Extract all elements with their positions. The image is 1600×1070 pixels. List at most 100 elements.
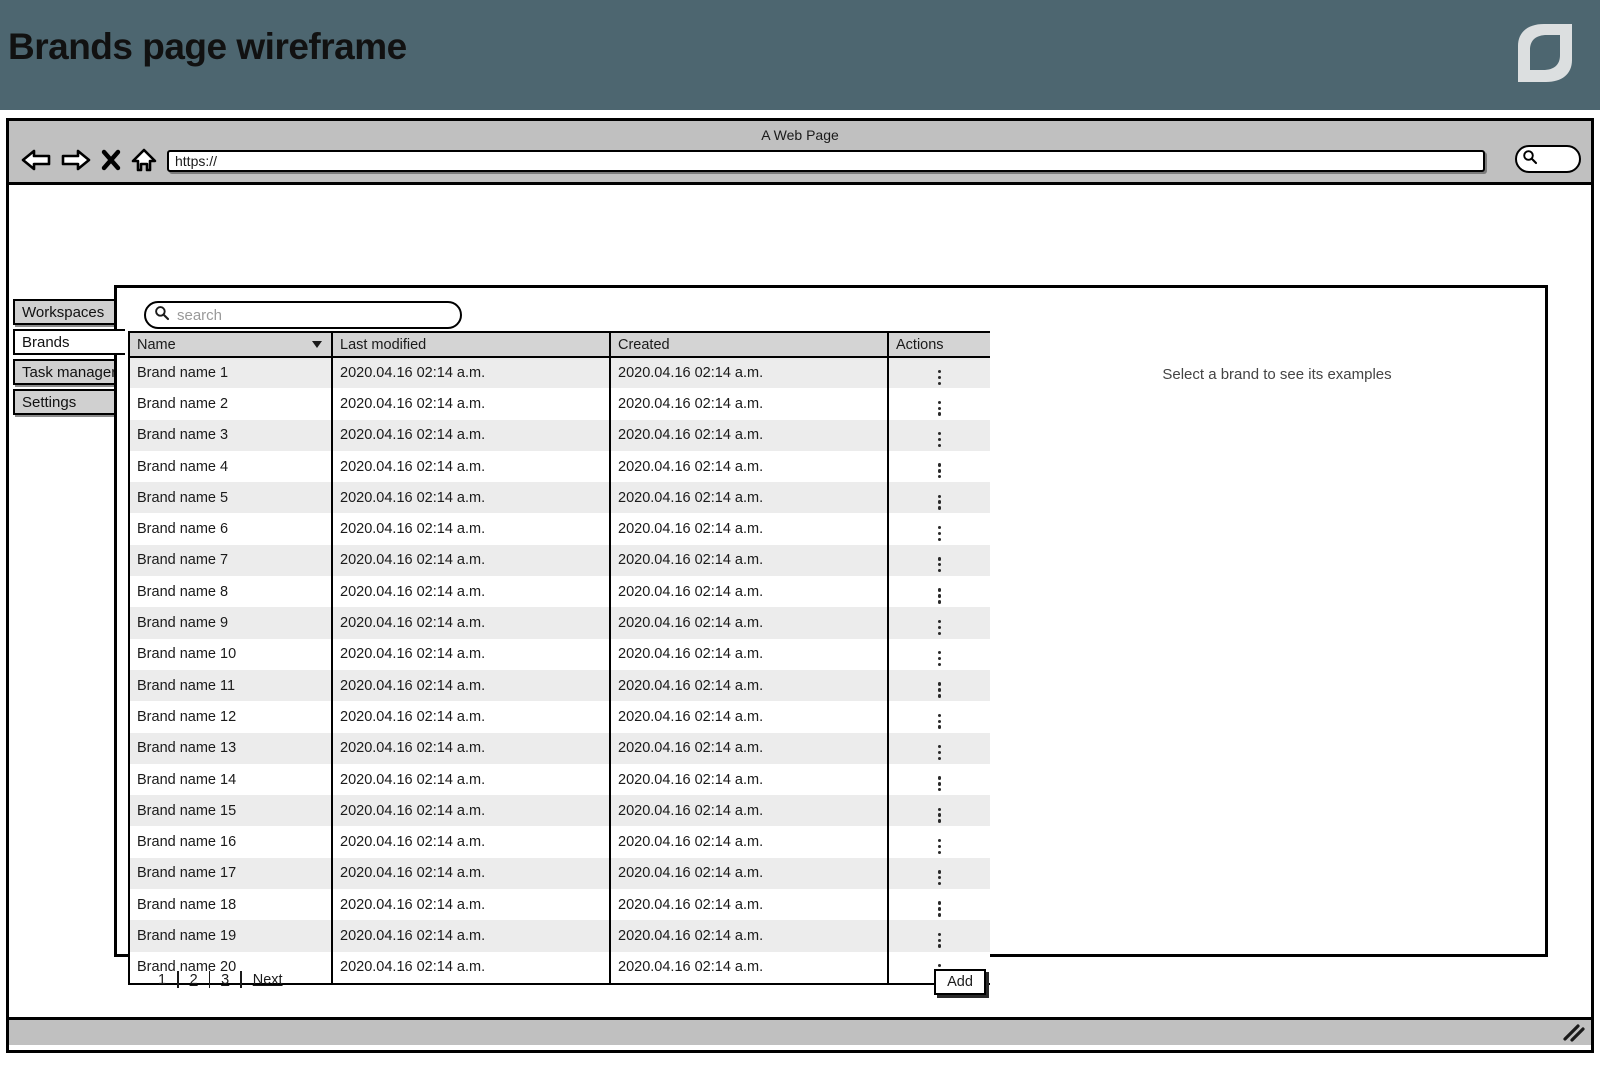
- table-row[interactable]: Brand name 3 2020.04.16 02:14 a.m. 2020.04…: [130, 419, 990, 451]
- table-row[interactable]: Brand name 17 2020.04.16 02:14 a.m. 2020.0…: [130, 857, 990, 890]
- row-menu-icon[interactable]: [937, 900, 942, 917]
- cell-last-modified: 2020.04.16 02:14 a.m.: [332, 826, 611, 858]
- cell-last-modified: 2020.04.16 02:14 a.m.: [332, 576, 611, 608]
- table-row[interactable]: Brand name 2 2020.04.16 02:14 a.m. 2020.04…: [130, 388, 990, 420]
- pagination: 1 2 3 Next: [147, 971, 294, 988]
- add-button[interactable]: Add: [934, 969, 986, 995]
- row-menu-icon[interactable]: [937, 525, 942, 542]
- table-row[interactable]: Brand name 5 2020.04.16 02:14 a.m. 2020.04…: [130, 482, 990, 514]
- cell-created: 2020.04.16 02:14 a.m.: [610, 388, 889, 420]
- cell-last-modified: 2020.04.16 02:14 a.m.: [332, 763, 611, 796]
- pagination-page-3[interactable]: 3: [210, 972, 240, 988]
- row-menu-icon[interactable]: [937, 807, 942, 823]
- row-menu-icon[interactable]: [937, 556, 942, 573]
- pagination-next[interactable]: Next: [242, 972, 294, 988]
- search-input[interactable]: search: [144, 301, 462, 329]
- cell-actions: [888, 732, 990, 764]
- cell-name: Brand name 5: [130, 482, 333, 514]
- table-row[interactable]: Brand name 19 2020.04.16 02:14 a.m. 2020.0…: [130, 920, 990, 952]
- cell-actions: [888, 701, 990, 733]
- sidebar-item-task-manager[interactable]: Task manager: [13, 359, 127, 385]
- cell-last-modified: 2020.04.16 02:14 a.m.: [332, 357, 611, 389]
- table-row[interactable]: Brand name 15 2020.04.16 02:14 a.m. 2020.0…: [130, 795, 990, 827]
- row-menu-icon[interactable]: [937, 650, 942, 667]
- row-menu-icon[interactable]: [937, 869, 942, 886]
- cell-created: 2020.04.16 02:14 a.m.: [610, 920, 889, 952]
- row-menu-icon[interactable]: [937, 713, 942, 729]
- cell-last-modified: 2020.04.16 02:14 a.m.: [332, 920, 611, 952]
- row-menu-icon[interactable]: [937, 462, 942, 479]
- table-row[interactable]: Brand name 13 2020.04.16 02:14 a.m. 2020.0…: [130, 732, 990, 764]
- column-header-name[interactable]: Name: [130, 333, 333, 358]
- cell-name: Brand name 4: [130, 450, 333, 483]
- cell-created: 2020.04.16 02:14 a.m.: [610, 826, 889, 858]
- cell-last-modified: 2020.04.16 02:14 a.m.: [332, 513, 611, 545]
- cell-name: Brand name 2: [130, 388, 333, 420]
- cell-actions: [888, 763, 990, 796]
- table-row[interactable]: Brand name 10 2020.04.16 02:14 a.m. 2020.0…: [130, 638, 990, 670]
- table-row[interactable]: Brand name 1 2020.04.16 02:14 a.m. 2020.04…: [130, 357, 990, 389]
- table-header-row: Name Last modified Created Actions: [130, 333, 990, 358]
- search-icon: [154, 305, 170, 326]
- table-row[interactable]: Brand name 9 2020.04.16 02:14 a.m. 2020.04…: [130, 607, 990, 639]
- row-menu-icon[interactable]: [937, 775, 942, 792]
- url-bar[interactable]: https://: [167, 150, 1485, 172]
- search-icon: [1522, 149, 1538, 170]
- sidebar-item-settings[interactable]: Settings: [13, 389, 127, 415]
- row-menu-icon[interactable]: [937, 494, 942, 510]
- row-menu-icon[interactable]: [937, 744, 942, 761]
- brands-table: Name Last modified Created Actions Brand…: [128, 331, 990, 985]
- table-row[interactable]: Brand name 12 2020.04.16 02:14 a.m. 2020.0…: [130, 701, 990, 733]
- column-header-label: Actions: [896, 336, 944, 353]
- home-icon[interactable]: [131, 147, 157, 173]
- cell-last-modified: 2020.04.16 02:14 a.m.: [332, 544, 611, 577]
- column-header-last-modified[interactable]: Last modified: [332, 333, 611, 358]
- table-row[interactable]: Brand name 8 2020.04.16 02:14 a.m. 2020.04…: [130, 576, 990, 608]
- row-menu-icon[interactable]: [937, 587, 942, 604]
- cell-actions: [888, 450, 990, 483]
- cell-created: 2020.04.16 02:14 a.m.: [610, 513, 889, 545]
- content-panel: search Name Last modified Created Action…: [114, 285, 1548, 995]
- cell-actions: [888, 513, 990, 545]
- row-menu-icon[interactable]: [937, 619, 942, 635]
- table-row[interactable]: Brand name 14 2020.04.16 02:14 a.m. 2020.0…: [130, 763, 990, 796]
- forward-arrow-icon[interactable]: [61, 148, 91, 172]
- url-text: https://: [175, 153, 218, 169]
- cell-created: 2020.04.16 02:14 a.m.: [610, 795, 889, 827]
- page-body: Workspaces Brands Task manager Settings: [9, 185, 1591, 1045]
- table-row[interactable]: Brand name 16 2020.04.16 02:14 a.m. 2020.0…: [130, 826, 990, 858]
- table-row[interactable]: Brand name 4 2020.04.16 02:14 a.m. 2020.04…: [130, 450, 990, 483]
- browser-window: A Web Page https:// Workspaces Brands Ta…: [6, 118, 1594, 1053]
- back-arrow-icon[interactable]: [21, 148, 51, 172]
- sidebar-item-brands[interactable]: Brands: [13, 329, 125, 355]
- row-menu-icon[interactable]: [937, 838, 942, 854]
- table-row[interactable]: Brand name 6 2020.04.16 02:14 a.m. 2020.04…: [130, 513, 990, 545]
- cell-created: 2020.04.16 02:14 a.m.: [610, 450, 889, 483]
- cell-created: 2020.04.16 02:14 a.m.: [610, 357, 889, 389]
- row-menu-icon[interactable]: [937, 369, 942, 386]
- cell-last-modified: 2020.04.16 02:14 a.m.: [332, 795, 611, 827]
- pagination-page-1[interactable]: 1: [147, 972, 177, 988]
- cell-actions: [888, 795, 990, 827]
- column-header-created[interactable]: Created: [610, 333, 889, 358]
- row-menu-icon[interactable]: [937, 431, 942, 448]
- table-row[interactable]: Brand name 18 2020.04.16 02:14 a.m. 2020.0…: [130, 889, 990, 921]
- cell-name: Brand name 10: [130, 638, 333, 670]
- resize-handle-icon[interactable]: [1561, 1022, 1585, 1042]
- cell-name: Brand name 16: [130, 826, 333, 858]
- cell-name: Brand name 6: [130, 513, 333, 545]
- row-menu-icon[interactable]: [937, 400, 942, 416]
- cell-created: 2020.04.16 02:14 a.m.: [610, 544, 889, 577]
- cell-name: Brand name 18: [130, 889, 333, 921]
- pagination-page-2[interactable]: 2: [179, 972, 209, 988]
- sort-caret-icon[interactable]: [312, 341, 322, 348]
- sidebar-item-workspaces[interactable]: Workspaces: [13, 299, 123, 325]
- table-row[interactable]: Brand name 7 2020.04.16 02:14 a.m. 2020.04…: [130, 544, 990, 577]
- column-header-actions: Actions: [888, 333, 990, 358]
- browser-search-box[interactable]: [1515, 145, 1581, 173]
- row-menu-icon[interactable]: [937, 681, 942, 698]
- stop-x-icon[interactable]: [101, 148, 121, 172]
- cell-actions: [888, 357, 990, 389]
- row-menu-icon[interactable]: [937, 932, 942, 948]
- table-row[interactable]: Brand name 11 2020.04.16 02:14 a.m. 2020.0…: [130, 669, 990, 702]
